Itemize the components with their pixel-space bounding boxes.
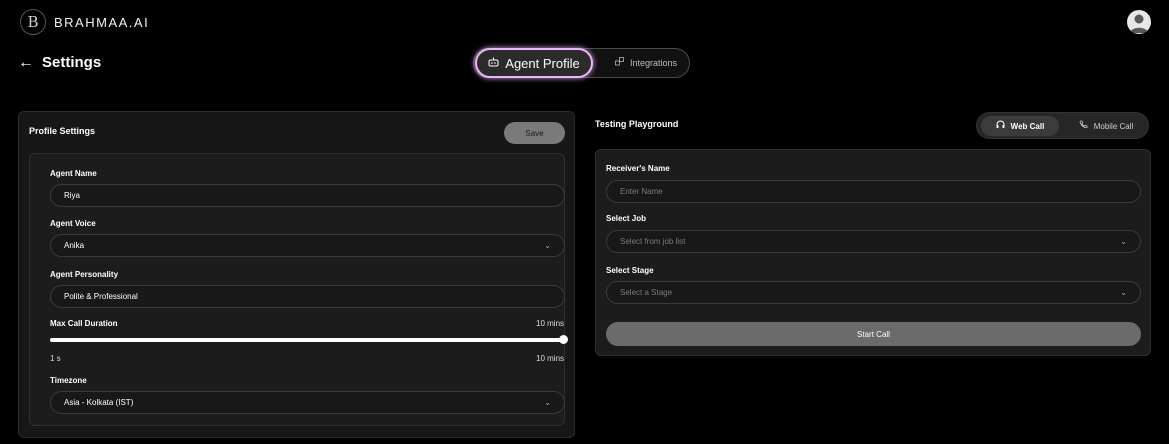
web-call-button[interactable]: Web Call <box>981 116 1059 136</box>
tab-agent-profile-label: Agent Profile <box>505 55 580 71</box>
agent-name-label: Agent Name <box>50 169 97 178</box>
timezone-label: Timezone <box>50 376 87 385</box>
chevron-down-icon: ⌄ <box>544 398 551 407</box>
chevron-down-icon: ⌄ <box>1120 288 1127 297</box>
agent-personality-input[interactable]: Polite & Professional <box>50 285 565 308</box>
duration-slider-thumb[interactable] <box>559 335 568 344</box>
headset-icon <box>996 120 1005 132</box>
testing-playground-heading: Testing Playground <box>595 119 679 129</box>
back-arrow-icon[interactable]: ← <box>18 54 34 72</box>
save-button[interactable]: Save <box>504 122 565 144</box>
agent-personality-label: Agent Personality <box>50 270 119 279</box>
tab-integrations-label: Integrations <box>629 58 678 68</box>
select-job-label: Select Job <box>606 214 647 223</box>
timezone-value: Asia - Kolkata (IST) <box>64 398 134 407</box>
phone-icon <box>1079 120 1088 132</box>
select-job-dropdown[interactable]: Select from job list ⌄ <box>606 230 1141 253</box>
select-stage-label: Select Stage <box>606 266 654 275</box>
top-bar: B BRAHMAA.AI <box>0 0 1169 44</box>
tab-integrations[interactable]: Integrations <box>604 49 688 77</box>
page-title: Settings <box>42 54 102 71</box>
web-call-label: Web Call <box>1010 121 1045 131</box>
duration-slider-track[interactable] <box>50 335 568 344</box>
chevron-down-icon: ⌄ <box>544 241 551 250</box>
brand-logo[interactable]: B BRAHMAA.AI <box>20 9 149 35</box>
agent-voice-value: Anika <box>64 241 85 250</box>
select-job-placeholder: Select from job list <box>620 237 686 246</box>
receiver-name-input[interactable]: Enter Name <box>606 180 1141 203</box>
robot-icon <box>488 57 499 70</box>
logo-icon: B <box>20 9 46 35</box>
profile-settings-heading: Profile Settings <box>29 126 96 136</box>
start-call-button[interactable]: Start Call <box>606 322 1141 346</box>
plug-icon <box>615 57 624 69</box>
duration-max-label: 10 mins <box>536 354 565 363</box>
settings-tabs: Agent Profile Integrations <box>473 48 690 78</box>
agent-name-input[interactable]: Riya <box>50 184 565 207</box>
tab-agent-profile[interactable]: Agent Profile <box>475 48 593 78</box>
agent-voice-select[interactable]: Anika ⌄ <box>50 234 565 257</box>
select-stage-dropdown[interactable]: Select a Stage ⌄ <box>606 281 1141 304</box>
mobile-call-button[interactable]: Mobile Call <box>1067 116 1145 136</box>
chevron-down-icon: ⌄ <box>1120 237 1127 246</box>
timezone-select[interactable]: Asia - Kolkata (IST) ⌄ <box>50 391 565 414</box>
testing-playground-form: Receiver's Name Enter Name Select Job Se… <box>595 149 1151 356</box>
duration-min-label: 1 s <box>50 354 61 363</box>
profile-settings-panel: Profile Settings Save Agent Name Riya Ag… <box>18 111 575 438</box>
profile-form: Agent Name Riya Agent Voice Anika ⌄ Agen… <box>29 153 568 426</box>
select-stage-placeholder: Select a Stage <box>620 288 673 297</box>
max-call-duration-label: Max Call Duration <box>50 319 118 328</box>
call-type-switch: Web Call Mobile Call <box>976 112 1149 139</box>
max-call-duration-current: 10 mins <box>536 319 565 328</box>
brand-name: BRAHMAA.AI <box>54 14 150 30</box>
mobile-call-label: Mobile Call <box>1093 121 1134 131</box>
agent-voice-label: Agent Voice <box>50 219 96 228</box>
receiver-name-label: Receiver's Name <box>606 164 670 173</box>
user-avatar-icon[interactable] <box>1127 10 1151 34</box>
